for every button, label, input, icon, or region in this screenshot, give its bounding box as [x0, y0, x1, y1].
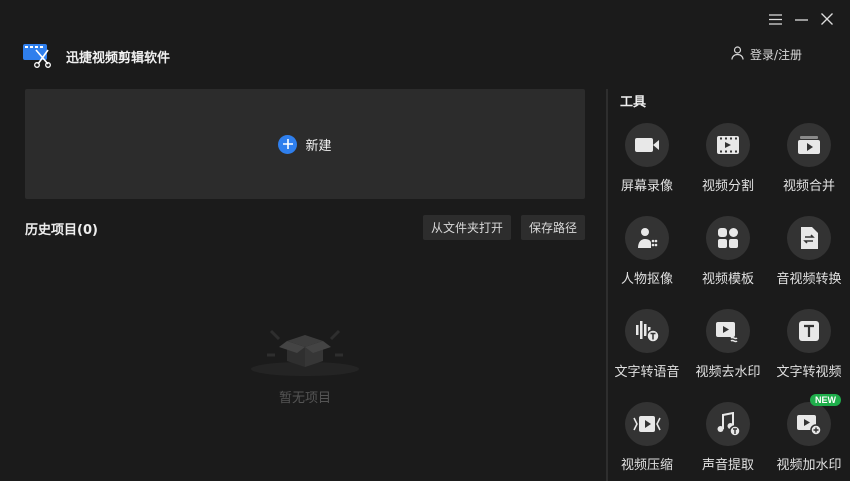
- tool-av-convert[interactable]: 音视频转换: [769, 216, 849, 287]
- text-to-video-icon: [787, 309, 831, 353]
- menu-icon[interactable]: [768, 12, 782, 26]
- tool-label: 屏幕录像: [620, 179, 673, 194]
- tool-text-to-speech[interactable]: 文字转语音: [607, 309, 687, 380]
- login-label: 登录/注册: [749, 48, 802, 62]
- user-icon: [731, 46, 744, 63]
- plus-circle-icon: [278, 134, 298, 154]
- tool-screen-record[interactable]: 屏幕录像: [607, 123, 687, 194]
- tool-video-split[interactable]: 视频分割: [688, 123, 768, 194]
- convert-icon: [787, 216, 831, 260]
- app-header: 迅捷视频剪辑软件: [22, 40, 170, 72]
- tool-label: 人物抠像: [620, 272, 673, 287]
- tool-audio-extract[interactable]: 声音提取: [688, 402, 768, 473]
- new-project-label: 新建: [305, 138, 332, 154]
- history-title: 历史项目(0): [25, 223, 98, 238]
- tool-label: 视频压缩: [620, 458, 673, 473]
- tool-label: 文字转视频: [776, 365, 842, 380]
- video-merge-icon: [787, 123, 831, 167]
- compress-icon: [625, 402, 669, 446]
- empty-text: 暂无项目: [278, 391, 331, 406]
- tools-title: 工具: [620, 95, 647, 110]
- close-icon[interactable]: [820, 12, 834, 26]
- tool-label: 音视频转换: [776, 272, 842, 287]
- tool-add-watermark[interactable]: NEW 视频加水印: [769, 394, 849, 473]
- audio-extract-icon: [706, 402, 750, 446]
- tool-label: 视频合并: [782, 179, 835, 194]
- tool-person-cutout[interactable]: 人物抠像: [607, 216, 687, 287]
- open-folder-button[interactable]: 从文件夹打开: [423, 215, 512, 240]
- minimize-icon[interactable]: [794, 12, 808, 26]
- text-to-speech-icon: [625, 309, 669, 353]
- tool-label: 视频加水印: [776, 458, 842, 473]
- save-path-button[interactable]: 保存路径: [521, 215, 586, 240]
- tool-video-template[interactable]: 视频模板: [688, 216, 768, 287]
- tool-remove-watermark[interactable]: 视频去水印: [688, 309, 768, 380]
- tool-label: 视频分割: [701, 179, 754, 194]
- camera-icon: [625, 123, 669, 167]
- tool-video-merge[interactable]: 视频合并: [769, 123, 849, 194]
- remove-watermark-icon: [706, 309, 750, 353]
- login-button[interactable]: 登录/注册: [731, 46, 802, 63]
- app-logo-icon: [22, 40, 52, 72]
- tool-video-compress[interactable]: 视频压缩: [607, 402, 687, 473]
- tool-label: 声音提取: [701, 458, 754, 473]
- tool-text-to-video[interactable]: 文字转视频: [769, 309, 849, 380]
- template-icon: [706, 216, 750, 260]
- app-title: 迅捷视频剪辑软件: [66, 50, 171, 66]
- new-badge: NEW: [810, 394, 841, 406]
- film-split-icon: [706, 123, 750, 167]
- add-watermark-icon: NEW: [787, 394, 841, 446]
- window-controls: [768, 12, 834, 26]
- empty-box-icon: [249, 325, 361, 381]
- person-cutout-icon: [625, 216, 669, 260]
- new-project-button[interactable]: 新建: [25, 89, 585, 199]
- empty-state: 暂无项目: [240, 325, 370, 406]
- tool-label: 视频模板: [701, 272, 754, 287]
- tool-label: 文字转语音: [614, 365, 680, 380]
- tool-label: 视频去水印: [695, 365, 761, 380]
